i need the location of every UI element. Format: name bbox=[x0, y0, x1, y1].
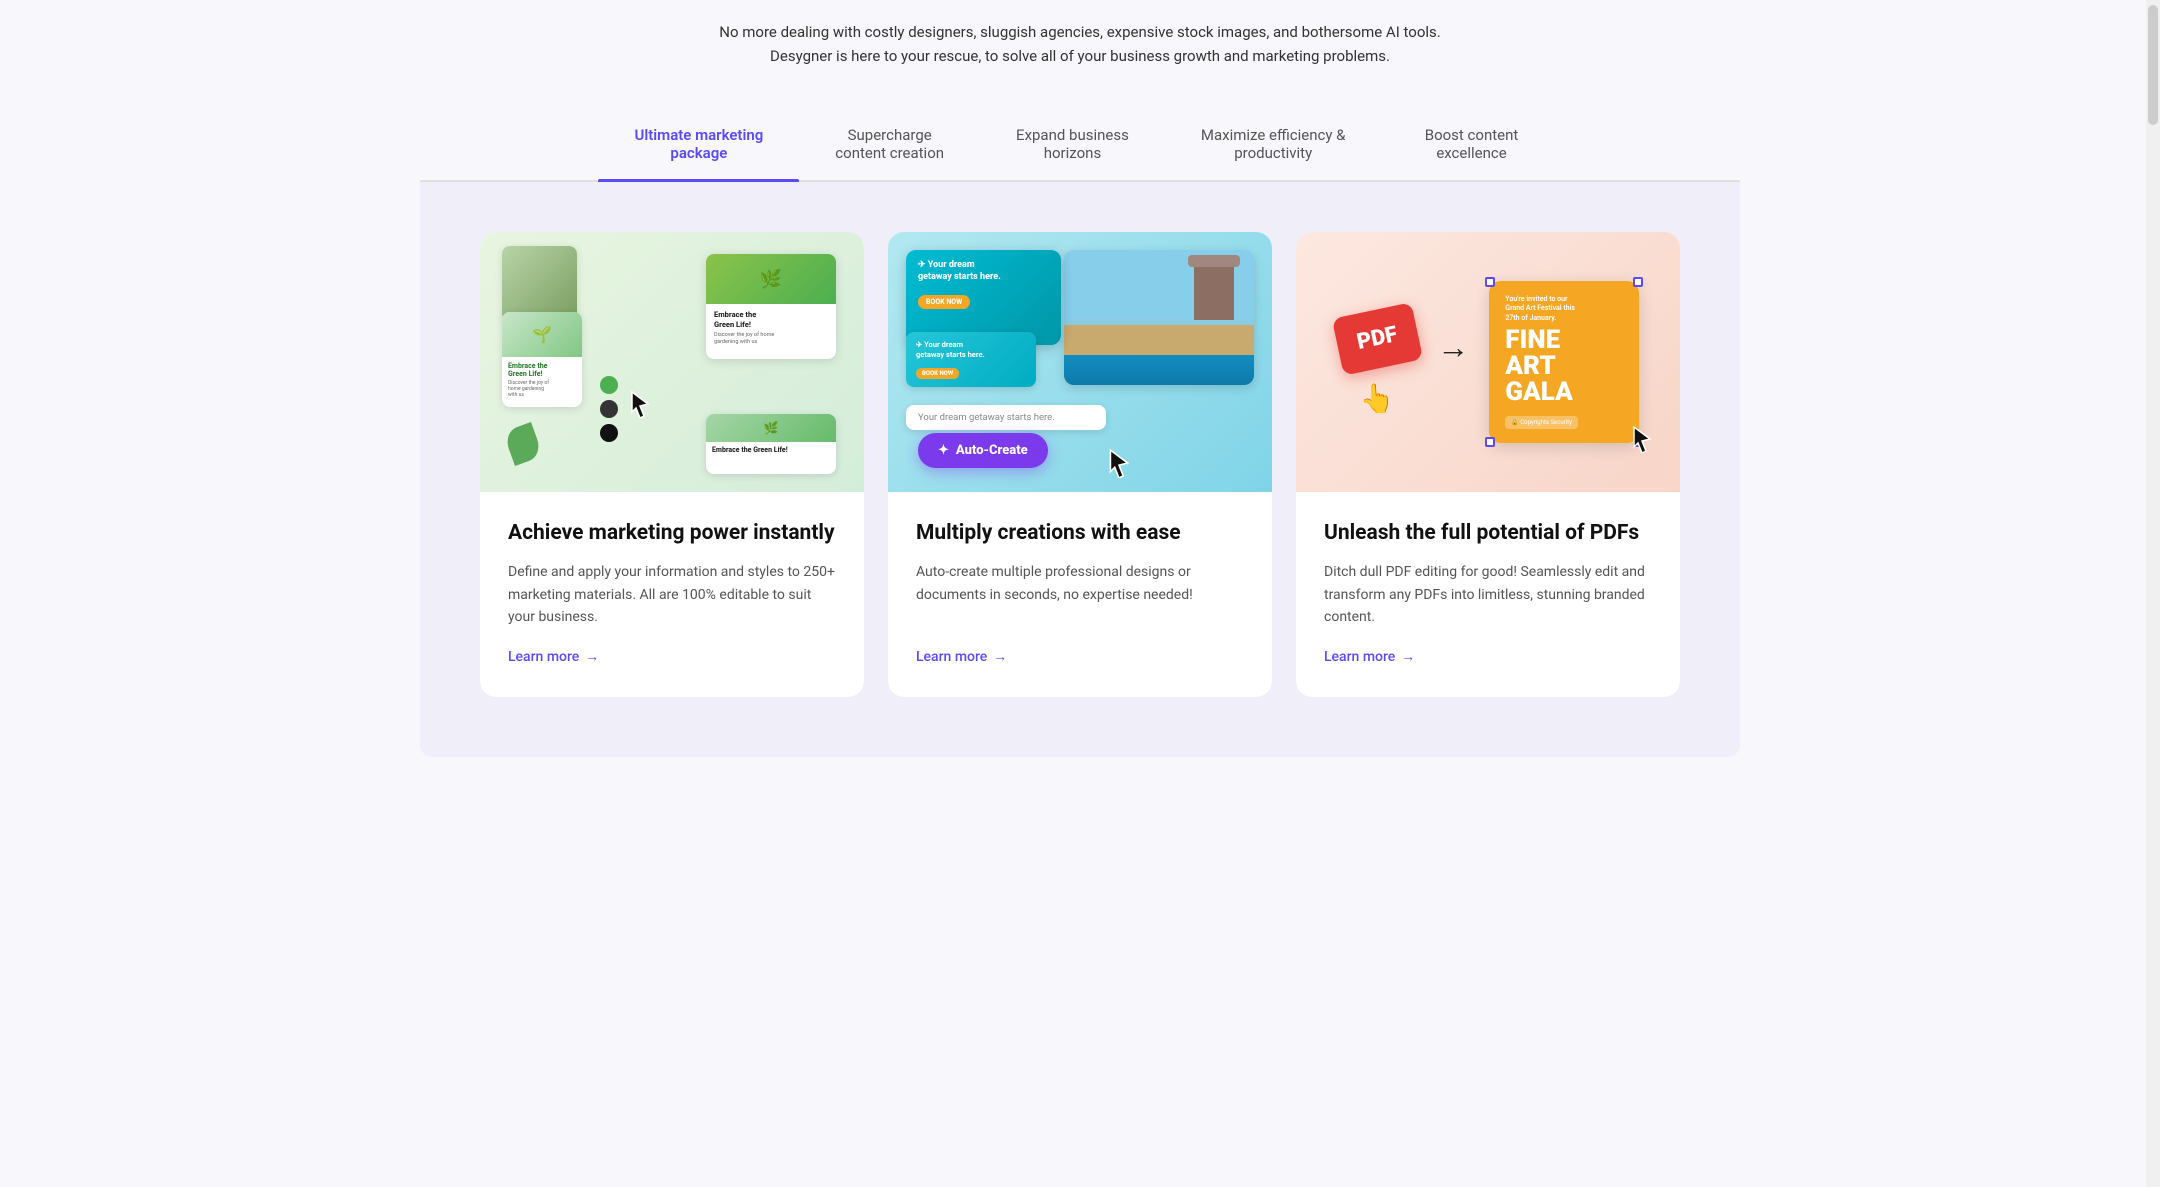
selection-handle-tr bbox=[1633, 277, 1643, 287]
card-pdf: PDF 👆 → You're invited to ourGrand Art F… bbox=[1296, 232, 1680, 697]
card-marketing-learn-more[interactable]: Learn more → bbox=[508, 648, 836, 665]
input-mock: Your dream getaway starts here. bbox=[906, 405, 1106, 430]
card-pdf-body: Unleash the full potential of PDFs Ditch… bbox=[1296, 492, 1680, 697]
card-pdf-learn-more[interactable]: Learn more → bbox=[1324, 648, 1652, 665]
learn-more-label-2: Learn more bbox=[916, 649, 987, 665]
tab-maximize-label: Maximize efficiency &productivity bbox=[1201, 126, 1346, 162]
cards-row: 🌿 Embrace theGreen Life! Discover the jo… bbox=[480, 232, 1680, 697]
card-pdf-desc: Ditch dull PDF editing for good! Seamles… bbox=[1324, 561, 1652, 628]
card-marketing-desc: Define and apply your information and st… bbox=[508, 561, 836, 628]
scrollbar[interactable] bbox=[2146, 0, 2160, 1187]
tab-expand-label: Expand businesshorizons bbox=[1016, 126, 1129, 162]
card-marketing: 🌿 Embrace theGreen Life! Discover the jo… bbox=[480, 232, 864, 697]
content-area: 🌿 Embrace theGreen Life! Discover the jo… bbox=[420, 182, 1740, 757]
card-marketing-image: 🌿 Embrace theGreen Life! Discover the jo… bbox=[480, 232, 864, 492]
top-description: No more dealing with costly designers, s… bbox=[420, 0, 1740, 108]
tab-supercharge[interactable]: Superchargecontent creation bbox=[799, 108, 980, 180]
collage-photo-top bbox=[502, 246, 577, 321]
color-dots bbox=[600, 376, 618, 442]
card-marketing-body: Achieve marketing power instantly Define… bbox=[480, 492, 864, 697]
pdf-section: PDF 👆 bbox=[1337, 310, 1418, 415]
top-text-line2: Desygner is here to your rescue, to solv… bbox=[420, 44, 1740, 68]
card-multiply-image: ✈ Your dreamgetaway starts here. BOOK NO… bbox=[888, 232, 1272, 492]
auto-create-label: Auto-Create bbox=[956, 443, 1028, 458]
beach-photo bbox=[1064, 250, 1254, 385]
hand-cursor: 👆 bbox=[1360, 382, 1395, 415]
collage-card-bottom: 🌿 Embrace the Green Life! bbox=[706, 414, 836, 474]
collage-card-plant: 🌱 Embrace theGreen Life! Discover the jo… bbox=[502, 312, 582, 407]
cursor-icon-2 bbox=[1108, 448, 1130, 482]
card-multiply-title: Multiply creations with ease bbox=[916, 520, 1244, 547]
card-multiply: ✈ Your dreamgetaway starts here. BOOK NO… bbox=[888, 232, 1272, 697]
card-multiply-learn-more[interactable]: Learn more → bbox=[916, 648, 1244, 665]
teal-dream-card: ✈ Your dreamgetaway starts here. BOOK NO… bbox=[906, 250, 1061, 345]
tab-supercharge-label: Superchargecontent creation bbox=[835, 126, 944, 162]
collage-card-large: 🌿 Embrace theGreen Life! Discover the jo… bbox=[706, 254, 836, 359]
tabs-navigation: Ultimate marketingpackage Superchargecon… bbox=[420, 108, 1740, 182]
card-multiply-body: Multiply creations with ease Auto-create… bbox=[888, 492, 1272, 697]
tab-ultimate-label: Ultimate marketingpackage bbox=[634, 126, 763, 162]
cursor-icon bbox=[630, 390, 650, 422]
cursor-icon-3 bbox=[1631, 425, 1653, 457]
transform-arrow: → bbox=[1437, 328, 1469, 366]
tab-expand[interactable]: Expand businesshorizons bbox=[980, 108, 1165, 180]
card-multiply-desc: Auto-create multiple professional design… bbox=[916, 561, 1244, 628]
leaf-icons bbox=[508, 426, 538, 462]
event-card: You're invited to ourGrand Art Festival … bbox=[1489, 281, 1639, 442]
learn-more-label-1: Learn more bbox=[508, 649, 579, 665]
auto-create-star: ✦ bbox=[938, 443, 949, 458]
tab-boost-label: Boost contentexcellence bbox=[1425, 126, 1519, 162]
event-card-wrapper: You're invited to ourGrand Art Festival … bbox=[1489, 281, 1639, 442]
selection-handle-tl bbox=[1485, 277, 1495, 287]
learn-more-arrow-3: → bbox=[1401, 648, 1415, 665]
learn-more-arrow-1: → bbox=[585, 648, 599, 665]
card-pdf-title: Unleash the full potential of PDFs bbox=[1324, 520, 1652, 547]
tab-ultimate[interactable]: Ultimate marketingpackage bbox=[598, 108, 799, 180]
teal-dream-card-small: ✈ Your dreamgetaway starts here. BOOK NO… bbox=[906, 332, 1036, 387]
pdf-badge: PDF bbox=[1332, 302, 1423, 375]
auto-create-button[interactable]: ✦ Auto-Create bbox=[918, 433, 1048, 468]
tab-boost[interactable]: Boost contentexcellence bbox=[1382, 108, 1562, 180]
scrollbar-thumb[interactable] bbox=[2148, 5, 2158, 125]
tab-maximize[interactable]: Maximize efficiency &productivity bbox=[1165, 108, 1382, 180]
selection-handle-bl bbox=[1485, 437, 1495, 447]
card-marketing-title: Achieve marketing power instantly bbox=[508, 520, 836, 547]
learn-more-arrow-2: → bbox=[993, 648, 1007, 665]
card-pdf-image: PDF 👆 → You're invited to ourGrand Art F… bbox=[1296, 232, 1680, 492]
learn-more-label-3: Learn more bbox=[1324, 649, 1395, 665]
top-text-line1: No more dealing with costly designers, s… bbox=[420, 20, 1740, 44]
